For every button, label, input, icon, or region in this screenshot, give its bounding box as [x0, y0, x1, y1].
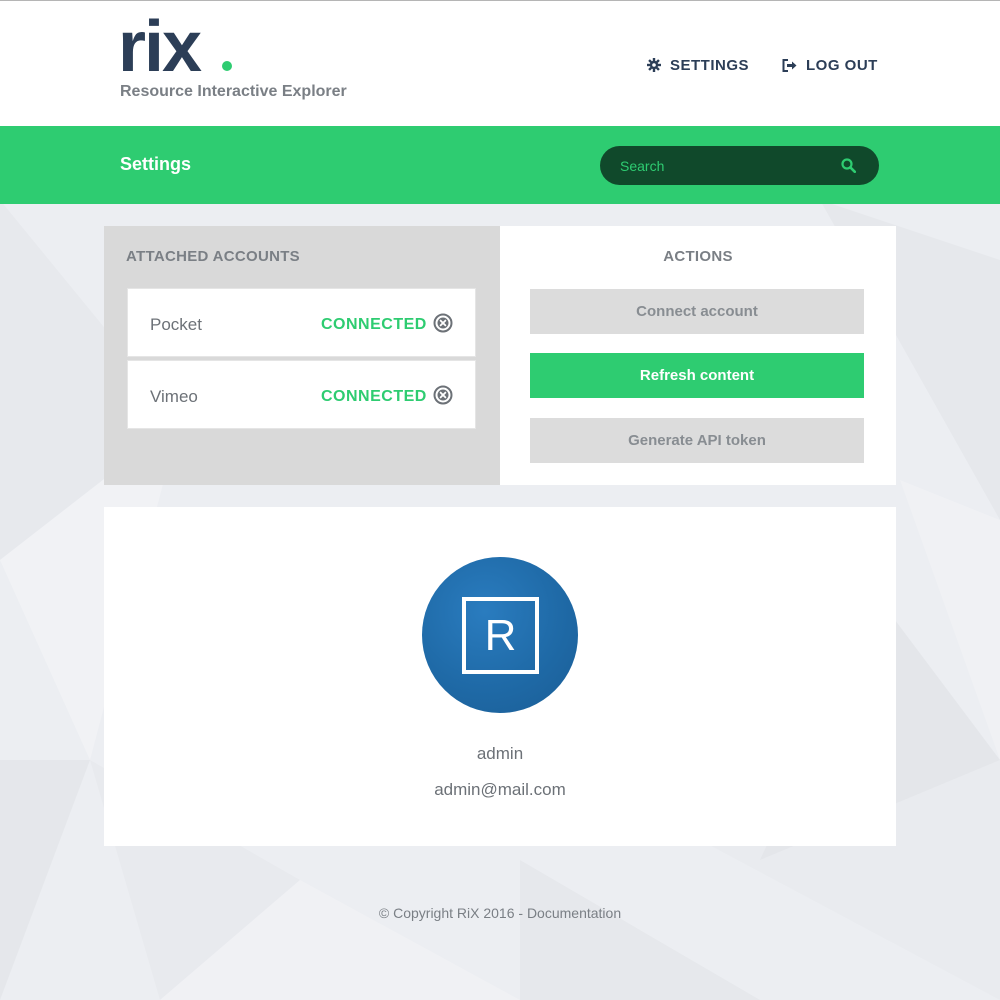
connect-account-button[interactable]: Connect account [530, 289, 864, 334]
nav-settings-link[interactable]: SETTINGS [647, 55, 749, 75]
attached-accounts-panel: ATTACHED ACCOUNTS Pocket CONNECTED Vimeo… [104, 226, 500, 485]
account-name: Vimeo [150, 387, 198, 406]
search-input[interactable] [620, 146, 840, 185]
attached-accounts-heading: ATTACHED ACCOUNTS [126, 248, 300, 265]
gear-icon [647, 58, 661, 72]
logout-icon [782, 58, 797, 72]
profile-email: admin@mail.com [434, 780, 566, 799]
profile-username: admin [476, 744, 524, 763]
documentation-link[interactable]: Documentation [527, 905, 621, 921]
refresh-content-button[interactable]: Refresh content [530, 353, 864, 398]
profile-panel: R admin admin@mail.com [104, 507, 896, 846]
account-status-badge: CONNECTED [321, 316, 427, 333]
generate-api-token-button[interactable]: Generate API token [530, 418, 864, 463]
nav-logout-label: LOG OUT [806, 56, 878, 74]
header: rix Resource Interactive Explorer SETTIN… [0, 1, 1000, 126]
logo[interactable]: rix [118, 11, 202, 83]
account-status-badge: CONNECTED [321, 388, 427, 405]
footer-copyright: © Copyright RiX 2016 - [378, 905, 527, 921]
avatar-frame: R [462, 597, 539, 674]
nav-logout-link[interactable]: LOG OUT [782, 55, 878, 75]
page-title: Settings [120, 154, 192, 174]
actions-panel: ACTIONS Connect account Refresh content … [500, 226, 896, 485]
account-name: Pocket [150, 315, 202, 334]
search-icon[interactable] [841, 158, 856, 173]
account-row-vimeo: Vimeo CONNECTED [127, 360, 476, 429]
footer: © Copyright RiX 2016 - Documentation [0, 905, 1000, 921]
remove-circle-icon[interactable] [433, 313, 453, 333]
avatar-letter: R [484, 611, 517, 660]
remove-circle-icon[interactable] [433, 385, 453, 405]
logo-dot [222, 61, 232, 71]
top-border [0, 0, 1000, 1]
tagline: Resource Interactive Explorer [120, 83, 347, 100]
search-box[interactable] [600, 146, 879, 185]
avatar: R [422, 557, 578, 713]
actions-heading: ACTIONS [663, 248, 733, 265]
account-row-pocket: Pocket CONNECTED [127, 288, 476, 357]
title-bar: Settings [0, 126, 1000, 204]
nav-settings-label: SETTINGS [670, 56, 750, 74]
